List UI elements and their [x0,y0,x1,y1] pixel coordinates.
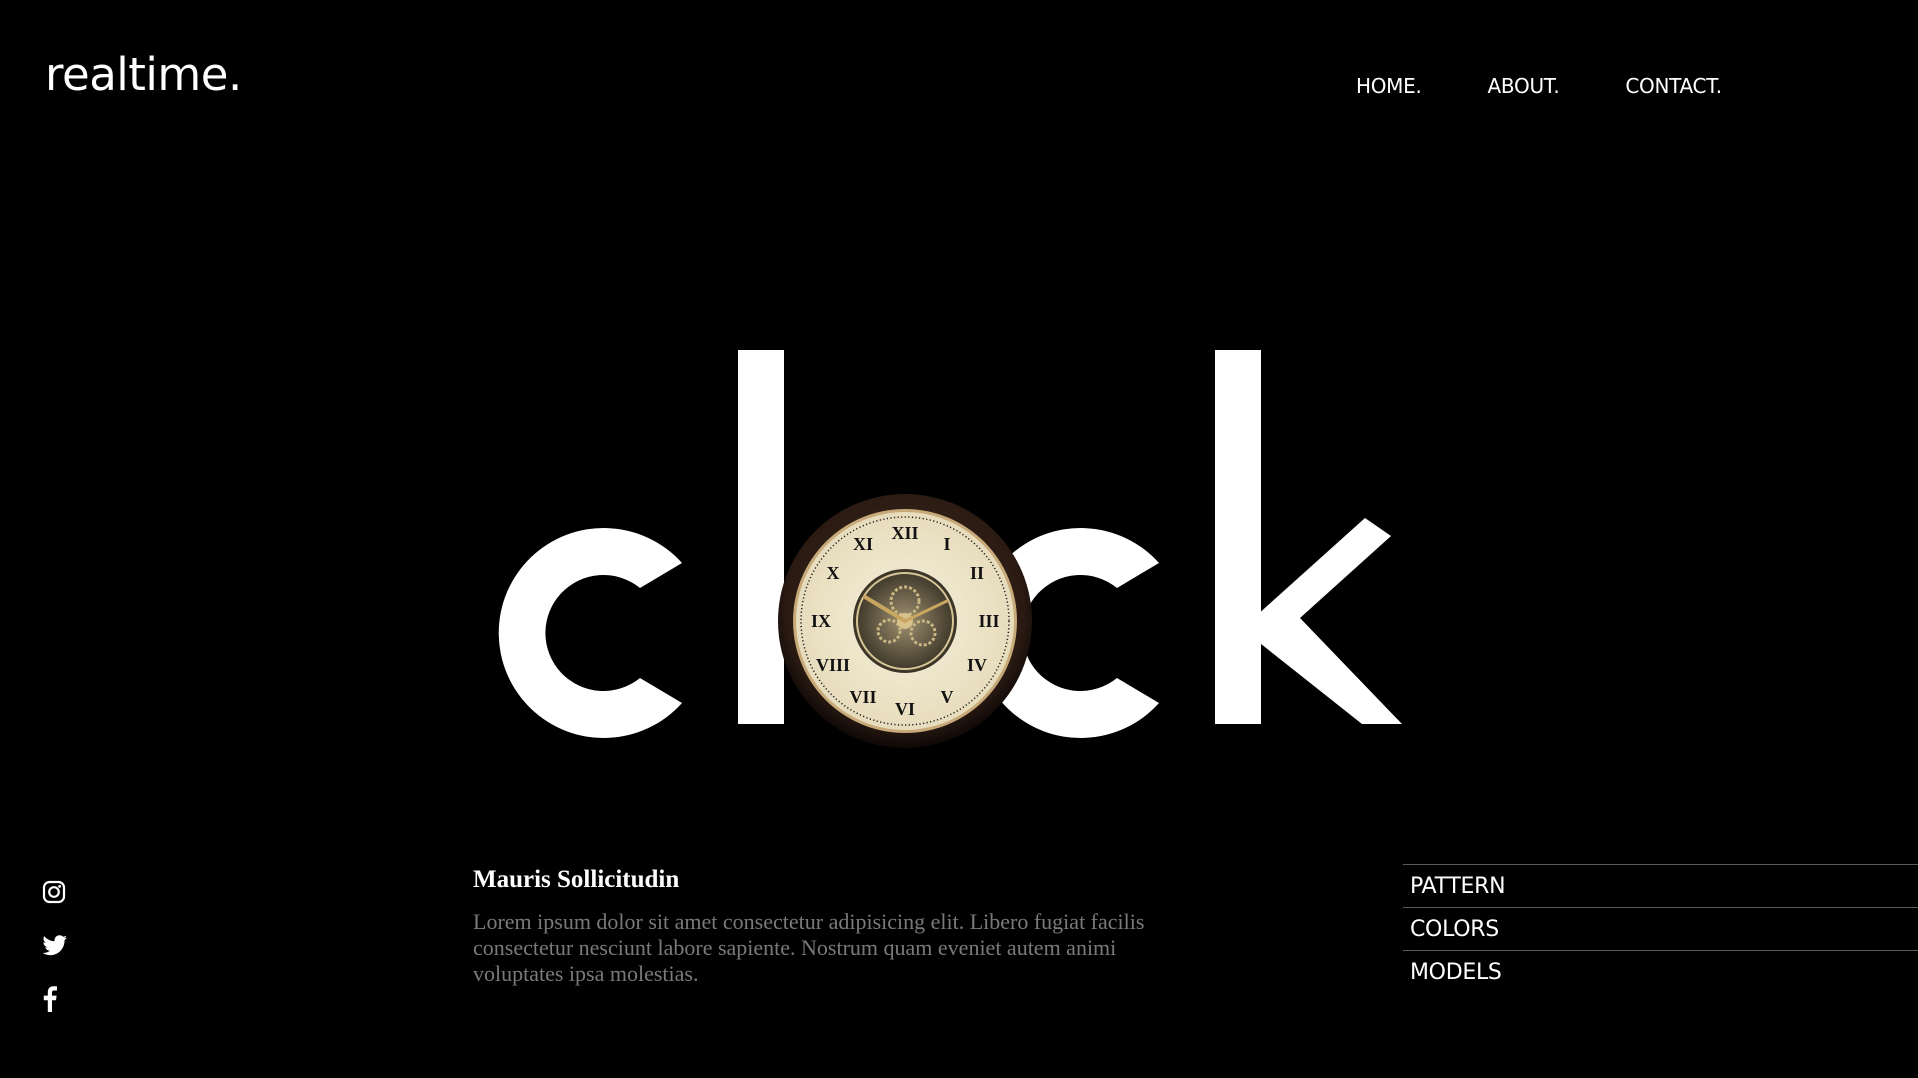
instagram-icon [42,880,66,904]
facebook-link[interactable] [42,986,70,1014]
svg-text:VI: VI [895,699,915,719]
twitter-icon [42,935,67,956]
facebook-icon [43,986,57,1012]
hero-letter-c [498,527,682,738]
svg-text:XII: XII [891,523,918,543]
side-menu: PATTERN COLORS MODELS [1403,864,1918,993]
hero-letter-k-arms [1256,518,1402,724]
svg-text:X: X [827,563,840,583]
side-menu-item-models[interactable]: MODELS [1403,950,1918,993]
article-title: Mauris Sollicitudin [473,866,680,893]
side-menu-item-colors[interactable]: COLORS [1403,907,1918,950]
svg-text:II: II [970,563,984,583]
article-body: Lorem ipsum dolor sit amet consectetur a… [473,909,1145,986]
hero-letter-k-stem [1215,350,1261,724]
svg-text:XI: XI [853,534,873,554]
svg-text:VIII: VIII [816,655,850,675]
svg-text:I: I [943,534,950,554]
twitter-link[interactable] [42,934,70,962]
svg-text:VII: VII [849,687,876,707]
svg-text:V: V [941,687,954,707]
clock-image: XII I II III IV V VI VII VIII IX X XI [777,493,1033,749]
svg-text:IX: IX [811,611,831,631]
side-menu-item-pattern[interactable]: PATTERN [1403,864,1918,907]
instagram-link[interactable] [42,880,70,908]
svg-text:III: III [978,611,999,631]
svg-text:IV: IV [967,655,987,675]
